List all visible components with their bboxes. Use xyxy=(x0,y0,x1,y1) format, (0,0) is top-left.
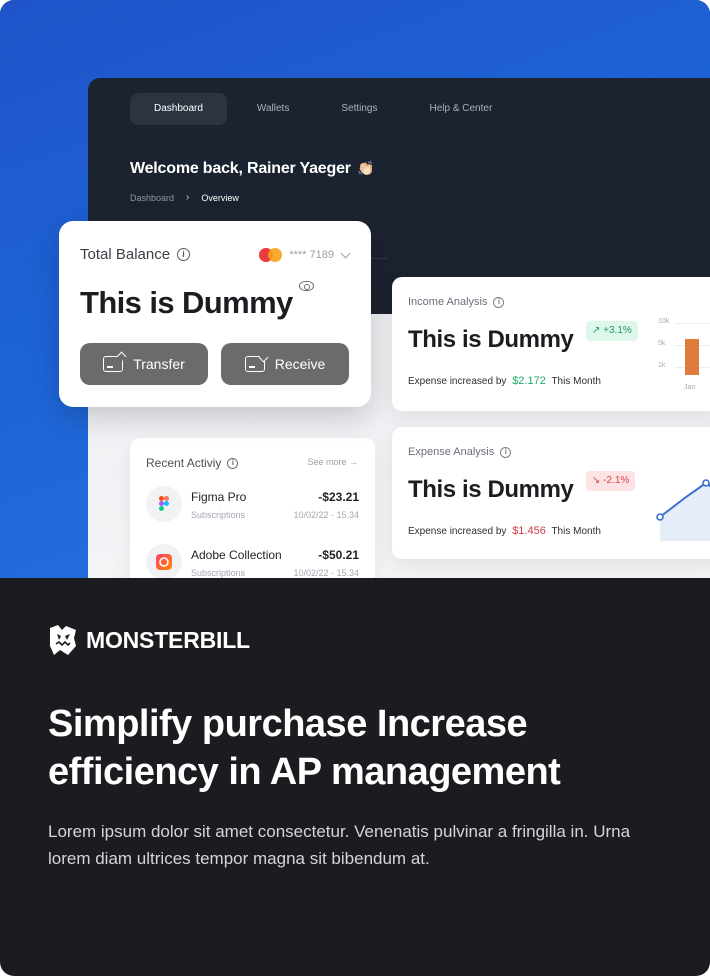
recent-activity-card: Recent Activiy i See more → Figma Pro Su… xyxy=(130,438,375,578)
promo-card: Dashboard Wallets Settings Help & Center… xyxy=(0,0,710,976)
note-suffix: This Month xyxy=(551,376,601,387)
activity-row[interactable]: Adobe Collection Subscriptions -$50.21 1… xyxy=(146,542,359,578)
note-value: $1.456 xyxy=(512,525,546,537)
breadcrumb: Dashboard › Overview xyxy=(130,192,239,203)
info-icon[interactable]: i xyxy=(493,296,505,308)
breadcrumb-parent[interactable]: Dashboard xyxy=(130,193,174,203)
income-analysis-card: Income Analysis i This is Dummy ↗ +3.1% … xyxy=(392,277,710,411)
breadcrumb-current: Overview xyxy=(201,192,239,203)
note-prefix: Expense increased by xyxy=(408,376,507,387)
activity-category: Subscriptions xyxy=(191,568,246,578)
top-nav: Dashboard Wallets Settings Help & Center xyxy=(130,93,522,125)
activity-date: 10/02/22 - 15.34 xyxy=(293,510,359,520)
activity-date: 10/02/22 - 15.34 xyxy=(293,568,359,578)
income-note: Expense increased by $2.172 This Month xyxy=(408,375,601,387)
expense-analysis-card: Expense Analysis i This is Dummy ↘ -2.1%… xyxy=(392,427,710,559)
receive-button[interactable]: Receive xyxy=(221,343,349,385)
activity-amount: -$23.21 xyxy=(318,490,359,504)
activity-row[interactable]: Figma Pro Subscriptions -$23.21 10/02/22… xyxy=(146,484,359,524)
arrow-right-icon: → xyxy=(349,457,358,467)
see-more-label: See more xyxy=(307,457,347,467)
info-icon[interactable]: i xyxy=(500,446,512,458)
recent-activity-title: Recent Activiy i xyxy=(146,456,239,470)
transfer-icon xyxy=(103,356,124,372)
activity-amount: -$50.21 xyxy=(318,548,359,562)
activity-name: Adobe Collection xyxy=(191,548,282,562)
transfer-label: Transfer xyxy=(133,356,185,372)
expense-line-chart xyxy=(656,479,710,541)
balance-amount: This is Dummy xyxy=(80,285,293,320)
chevron-right-icon: › xyxy=(186,192,190,203)
trend-up-badge: ↗ +3.1% xyxy=(586,321,638,341)
monster-logo-icon xyxy=(50,625,76,655)
adobe-icon xyxy=(146,544,182,578)
total-balance-label: Total Balance xyxy=(80,246,171,263)
nav-dashboard[interactable]: Dashboard xyxy=(130,93,227,125)
activity-name: Figma Pro xyxy=(191,490,247,504)
mastercard-icon xyxy=(259,248,283,262)
note-prefix: Expense increased by xyxy=(408,526,507,537)
brand-logo: MONSTERBILL xyxy=(48,624,250,656)
nav-help-center[interactable]: Help & Center xyxy=(407,93,514,125)
income-analysis-label: Income Analysis xyxy=(408,296,488,308)
recent-activity-label: Recent Activiy xyxy=(146,456,222,470)
note-value: $2.172 xyxy=(512,375,546,387)
transfer-button[interactable]: Transfer xyxy=(80,343,208,385)
see-more-link[interactable]: See more → xyxy=(307,457,358,467)
total-balance-title: Total Balance i xyxy=(80,246,191,263)
expense-amount: This is Dummy xyxy=(408,476,574,503)
axis-tick: 5k xyxy=(658,340,666,347)
welcome-text: Welcome back, Rainer Yaeger xyxy=(130,160,351,177)
nav-settings[interactable]: Settings xyxy=(319,93,399,125)
income-analysis-title: Income Analysis i xyxy=(408,296,505,308)
activity-category: Subscriptions xyxy=(191,510,246,520)
info-icon[interactable]: i xyxy=(227,457,239,469)
info-icon[interactable]: i xyxy=(177,248,191,261)
hero-section: Dashboard Wallets Settings Help & Center… xyxy=(0,0,710,578)
receive-label: Receive xyxy=(274,356,326,372)
total-balance-card: Total Balance i **** 7189 This is Dummy … xyxy=(59,221,371,407)
expense-analysis-title: Expense Analysis i xyxy=(408,446,512,458)
description: Lorem ipsum dolor sit amet consectetur. … xyxy=(48,822,631,868)
figma-icon xyxy=(146,486,182,522)
expense-note: Expense increased by $1.456 This Month xyxy=(408,525,601,537)
note-suffix: This Month xyxy=(551,526,601,537)
clapping-hands-icon: 👏🏻 xyxy=(357,160,375,176)
eye-icon[interactable] xyxy=(299,281,314,291)
card-number: **** 7189 xyxy=(289,249,334,261)
chevron-down-icon xyxy=(340,248,351,258)
nav-wallets[interactable]: Wallets xyxy=(235,93,311,125)
axis-tick: 10k xyxy=(658,318,670,325)
welcome-heading: Welcome back, Rainer Yaeger 👏🏻 xyxy=(130,160,374,178)
axis-tick: 1k xyxy=(658,362,666,369)
trend-down-badge: ↘ -2.1% xyxy=(586,471,636,491)
brand-name: MONSTERBILL xyxy=(86,626,250,653)
headline: Simplify purchase Increase efficiency in… xyxy=(48,703,561,793)
card-selector[interactable]: **** 7189 xyxy=(259,248,351,262)
income-amount: This is Dummy xyxy=(408,326,574,353)
grid-line xyxy=(675,323,710,324)
x-axis-label: Jan xyxy=(684,384,696,391)
expense-analysis-label: Expense Analysis xyxy=(408,446,495,458)
income-bar xyxy=(685,339,699,375)
receive-icon xyxy=(244,356,265,372)
